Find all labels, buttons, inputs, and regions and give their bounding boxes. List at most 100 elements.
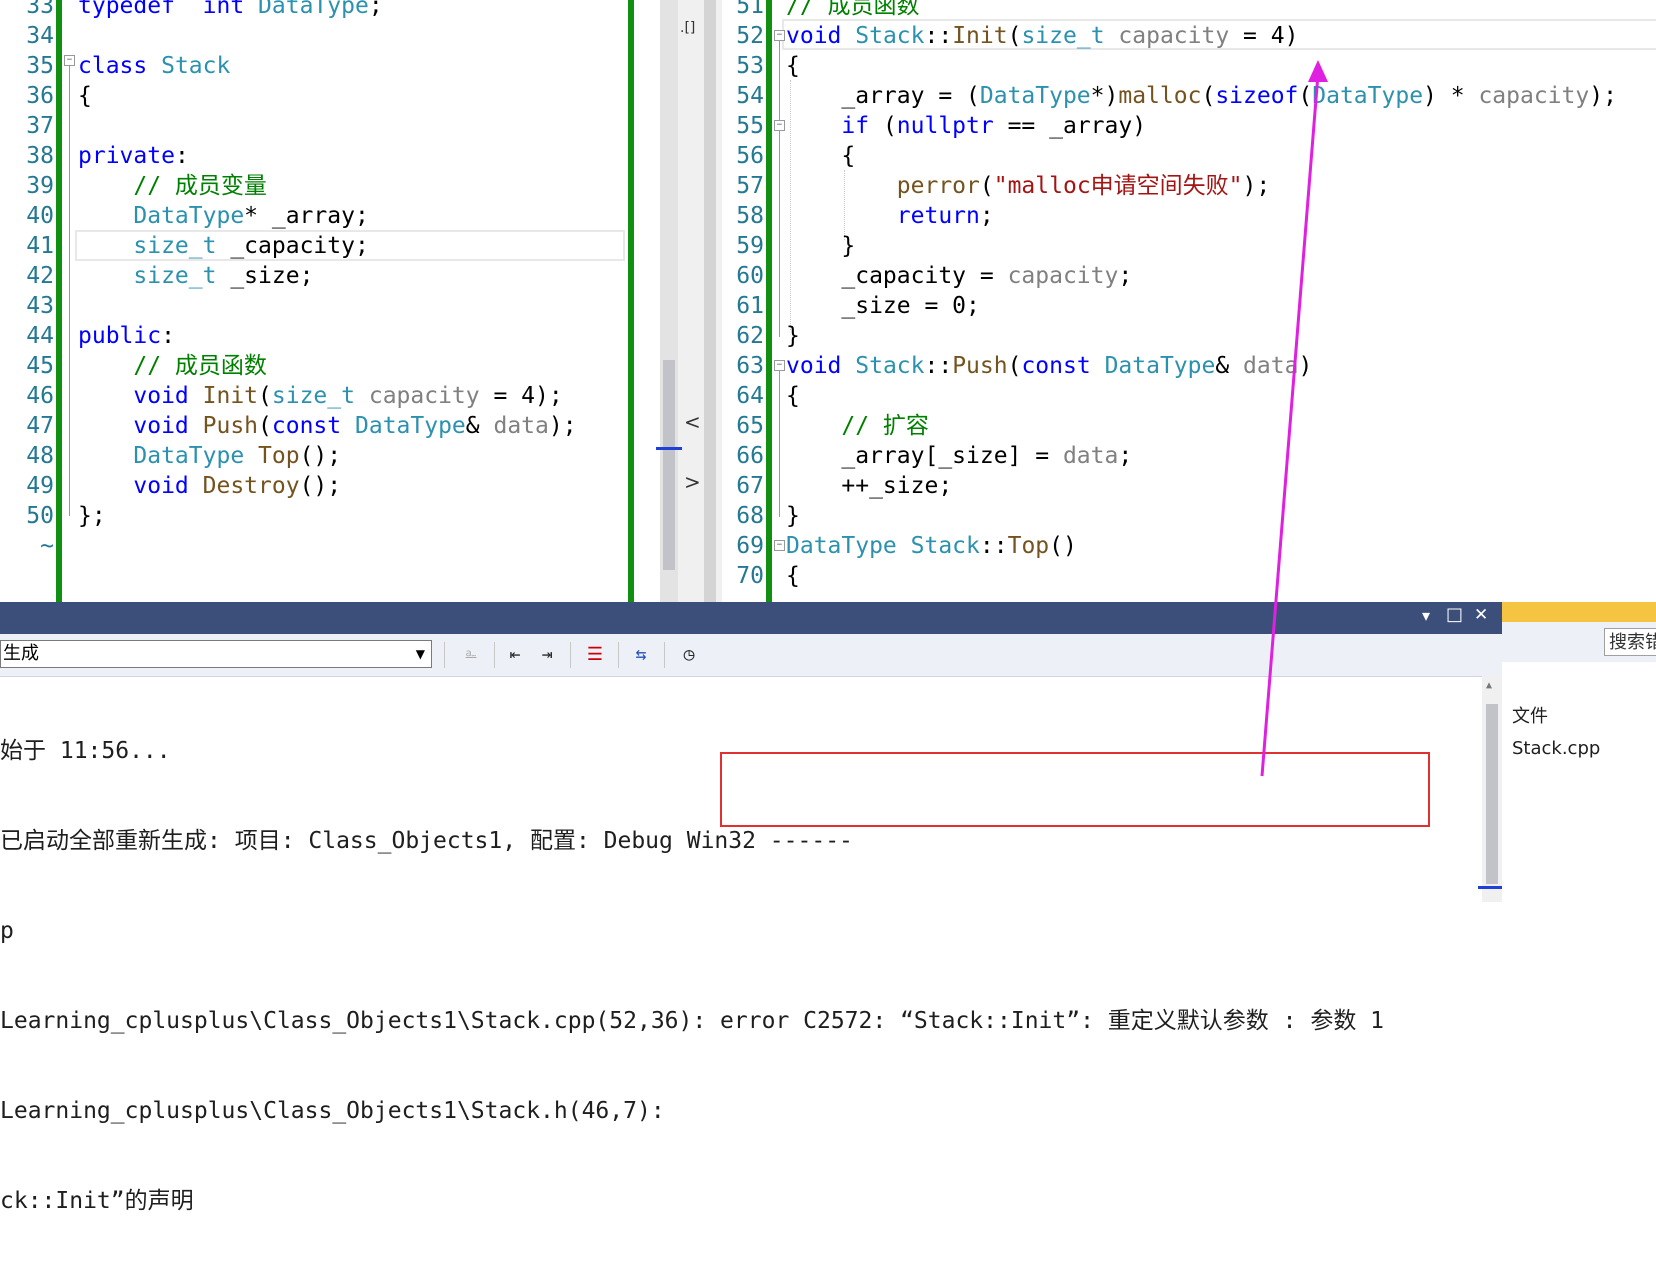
code-line[interactable]: { [786,381,1617,411]
code-line[interactable]: DataType* _array; [78,201,577,231]
window-menu-dropdown[interactable]: ▾ [1422,606,1430,625]
code-line[interactable]: { [78,81,577,111]
code-line[interactable]: _array[_size] = data; [786,441,1617,471]
fold-toggle-init[interactable]: − [774,30,785,41]
code-line[interactable]: void Init(size_t capacity = 4); [78,381,577,411]
right-code-text[interactable]: // 成员函数 void Stack::Init(size_t capacity … [786,0,1617,591]
maximize-button[interactable]: □ [1446,604,1463,625]
fold-toggle-push[interactable]: − [774,360,785,371]
code-line[interactable]: class Stack [78,51,577,81]
code-token: Push [202,413,259,439]
code-line[interactable]: ++_size; [786,471,1617,501]
code-token: ( [1201,83,1216,109]
toolbar-separator [570,642,571,668]
code-line[interactable]: }; [78,501,577,531]
line-number: 39 [26,173,54,199]
line-number: 50 [26,503,54,529]
line-number: 59 [736,233,764,259]
code-line[interactable]: if (nullptr == _array) [786,111,1617,141]
fold-toggle-if[interactable]: − [774,120,785,131]
code-line[interactable]: } [786,231,1617,261]
word-wrap-icon[interactable]: ⇆ [628,642,654,668]
output-source-select[interactable]: 生成 ▼ [0,640,432,668]
editor-splitter[interactable]: .[] < > [656,0,722,602]
left-editor-pane[interactable]: 33 34 35 36 37 38 39 40 41 42 43 44 45 46 47 48 49 50 ~ − … [0,0,660,602]
code-token: size_t [271,383,355,409]
code-line[interactable] [78,21,577,51]
code-line[interactable]: public: [78,321,577,351]
code-token: = 4) [1229,23,1299,49]
code-line[interactable]: void Stack::Push(const DataType& data) [786,351,1617,381]
code-line[interactable] [78,111,577,141]
code-token: Push [952,353,1008,379]
collapse-right-button[interactable]: > [684,470,701,494]
code-line[interactable]: size_t _capacity; [78,231,577,261]
timestamp-clock-icon[interactable]: ◷ [676,642,702,668]
scroll-thumb[interactable] [663,360,675,570]
code-line[interactable]: void Push(const DataType& data); [78,411,576,441]
left-code-text[interactable]: typedef int DataType; class Stack{ private… [78,0,577,561]
code-line[interactable]: _size = 0; [786,291,1617,321]
code-line[interactable]: } [786,321,1617,351]
toolbar-separator [618,642,619,668]
split-view-glyph[interactable]: .[] [680,20,695,36]
previous-message-icon[interactable]: ⇤ [502,642,528,668]
line-number: 45 [26,353,54,379]
code-line[interactable]: { [786,561,1617,591]
error-list-toolbar: 搜索错 [1502,622,1656,662]
code-line[interactable]: // 成员变量 [78,171,577,201]
code-line[interactable]: { [786,51,1617,81]
output-scrollbar[interactable]: ▲ [1478,676,1504,902]
code-line[interactable]: size_t _size; [78,261,577,291]
collapse-left-button[interactable]: < [684,410,701,434]
code-line[interactable]: void Destroy(); [78,471,577,501]
code-line[interactable]: return; [786,201,1617,231]
line-number: 51 [736,0,764,19]
output-scroll-thumb[interactable] [1486,704,1498,884]
right-editor-pane[interactable]: 51 52 53 54 55 56 57 58 59 60 61 62 63 64 65 66 67 68 69 70… [722,0,1656,602]
code-line[interactable]: DataType Stack::Top() [786,531,1617,561]
code-line[interactable]: // 成员函数 [786,0,1617,21]
error-list-file-cell[interactable]: Stack.cpp [1512,738,1656,759]
clear-all-icon[interactable]: ☰ [582,642,608,668]
code-token: ; [979,203,994,229]
code-token: capacity [368,383,480,409]
output-title-bar[interactable]: ▾ □ ✕ [0,602,1502,634]
code-line[interactable]: void Stack::Init(size_t capacity = 4) [786,21,1617,51]
code-line[interactable] [78,531,577,561]
output-line[interactable]: Learning_cplusplus\Class_Objects1\Stack.… [0,1096,1384,1126]
code-token: capacity [1478,83,1590,109]
code-line[interactable]: _array = (DataType*)malloc(sizeof(DataTy… [786,81,1617,111]
code-token: :: [979,533,1008,559]
code-token: Stack [910,533,980,559]
column-header-file[interactable]: 文件 [1512,702,1656,728]
fold-toggle-top[interactable]: − [774,540,785,551]
code-line[interactable]: _capacity = capacity; [786,261,1617,291]
chevron-down-icon[interactable]: ▼ [416,641,425,667]
code-line[interactable]: typedef int DataType; [78,0,577,21]
code-line[interactable]: DataType Top(); [78,441,577,471]
line-number: 35 [26,53,54,79]
left-line-numbers: 33 34 35 36 37 38 39 40 41 42 43 44 45 46 47 48 49 50 ~ [0,0,54,561]
code-line[interactable]: // 扩容 [786,411,1617,441]
fold-toggle-class[interactable]: − [64,55,75,66]
code-line[interactable]: // 成员函数 [78,351,577,381]
code-line[interactable]: { [786,141,1617,171]
scroll-up-icon[interactable]: ▲ [1486,680,1492,691]
vertical-scrollbar-left[interactable] [656,0,682,602]
error-list-search-input[interactable]: 搜索错 [1604,628,1656,656]
code-line[interactable]: } [786,501,1617,531]
right-line-numbers: 51 52 53 54 55 56 57 58 59 60 61 62 63 64 65 66 67 68 69 70 [722,0,764,591]
code-line[interactable]: perror("malloc申请空间失败"); [786,171,1617,201]
code-token: size_t [133,263,217,289]
output-line-error[interactable]: Learning_cplusplus\Class_Objects1\Stack.… [0,1006,1384,1036]
find-message-icon[interactable]: ⎁ [458,642,484,668]
code-line[interactable] [78,291,577,321]
close-button[interactable]: ✕ [1474,605,1488,625]
next-message-icon[interactable]: ⇥ [534,642,560,668]
code-token: _array[_size] = [786,443,1063,469]
code-line[interactable]: private: [78,141,577,171]
code-token: & [465,413,494,439]
